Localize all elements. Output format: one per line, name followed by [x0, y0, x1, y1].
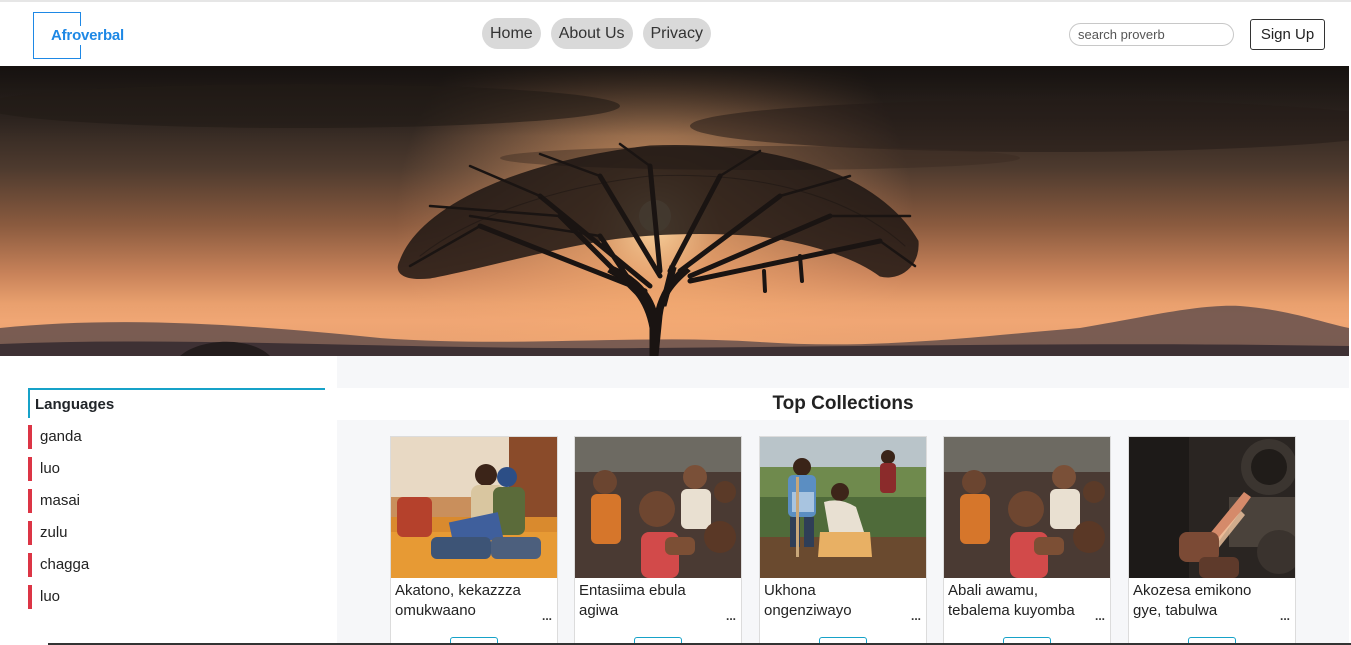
more-options-icon[interactable]: ... — [911, 609, 921, 623]
collection-card[interactable]: Abali awamu, tebalema kuyomba ... — [943, 436, 1111, 645]
collection-card[interactable]: Akatono, kekazzza omukwaano ... — [390, 436, 558, 645]
nav-privacy[interactable]: Privacy — [642, 18, 711, 49]
language-item-chagga[interactable]: chagga — [28, 553, 89, 577]
brand-logo[interactable]: Afroverbal — [33, 12, 126, 59]
nav-home[interactable]: Home — [482, 18, 541, 49]
languages-sidebar: Languages ganda luo masai zulu chagga lu… — [0, 356, 337, 645]
site-header: Afroverbal Home About Us Privacy Sign Up — [0, 2, 1351, 66]
search-input[interactable] — [1069, 23, 1234, 46]
language-item-ganda[interactable]: ganda — [28, 425, 89, 449]
collection-card[interactable]: Entasiima ebula agiwa ... — [574, 436, 742, 645]
more-options-icon[interactable]: ... — [1095, 609, 1105, 623]
languages-heading: Languages — [28, 388, 325, 418]
sign-up-button[interactable]: Sign Up — [1250, 19, 1325, 50]
language-item-masai[interactable]: masai — [28, 489, 89, 513]
collection-card[interactable]: Ukhona ongenziwayo ... — [759, 436, 927, 645]
collections-section: Top Collections Akatono, kekazzza omukwa… — [337, 356, 1349, 645]
card-photo-mechanic-hands — [1129, 437, 1295, 578]
language-item-luo-2[interactable]: luo — [28, 585, 89, 609]
card-caption: Entasiima ebula agiwa — [579, 582, 686, 619]
languages-list: ganda luo masai zulu chagga luo — [28, 425, 89, 617]
card-photo-couple-laptop — [391, 437, 557, 578]
card-caption: Ukhona ongenziwayo — [764, 582, 852, 619]
acacia-sunset-illustration — [0, 66, 1349, 356]
card-photo-farmers-field — [760, 437, 926, 578]
card-caption: Akozesa emikono gye, tabulwa ky'ookya — [1133, 582, 1252, 619]
collection-card[interactable]: Akozesa emikono gye, tabulwa ky'ookya ..… — [1128, 436, 1296, 645]
language-item-zulu[interactable]: zulu — [28, 521, 89, 545]
language-item-luo[interactable]: luo — [28, 457, 89, 481]
nav-about-us[interactable]: About Us — [550, 18, 633, 49]
card-caption: Akatono, kekazzza omukwaano — [395, 582, 521, 619]
main-nav: Home About Us Privacy — [482, 18, 711, 49]
brand-name: Afroverbal — [50, 26, 126, 45]
more-options-icon[interactable]: ... — [1280, 609, 1290, 623]
card-photo-girls-smiling — [944, 437, 1110, 578]
more-options-icon[interactable]: ... — [542, 609, 552, 623]
card-caption: Abali awamu, tebalema kuyomba — [948, 582, 1075, 619]
card-photo-girls-smiling — [575, 437, 741, 578]
section-title: Top Collections — [337, 388, 1349, 420]
more-options-icon[interactable]: ... — [726, 609, 736, 623]
hero-banner — [0, 66, 1349, 356]
